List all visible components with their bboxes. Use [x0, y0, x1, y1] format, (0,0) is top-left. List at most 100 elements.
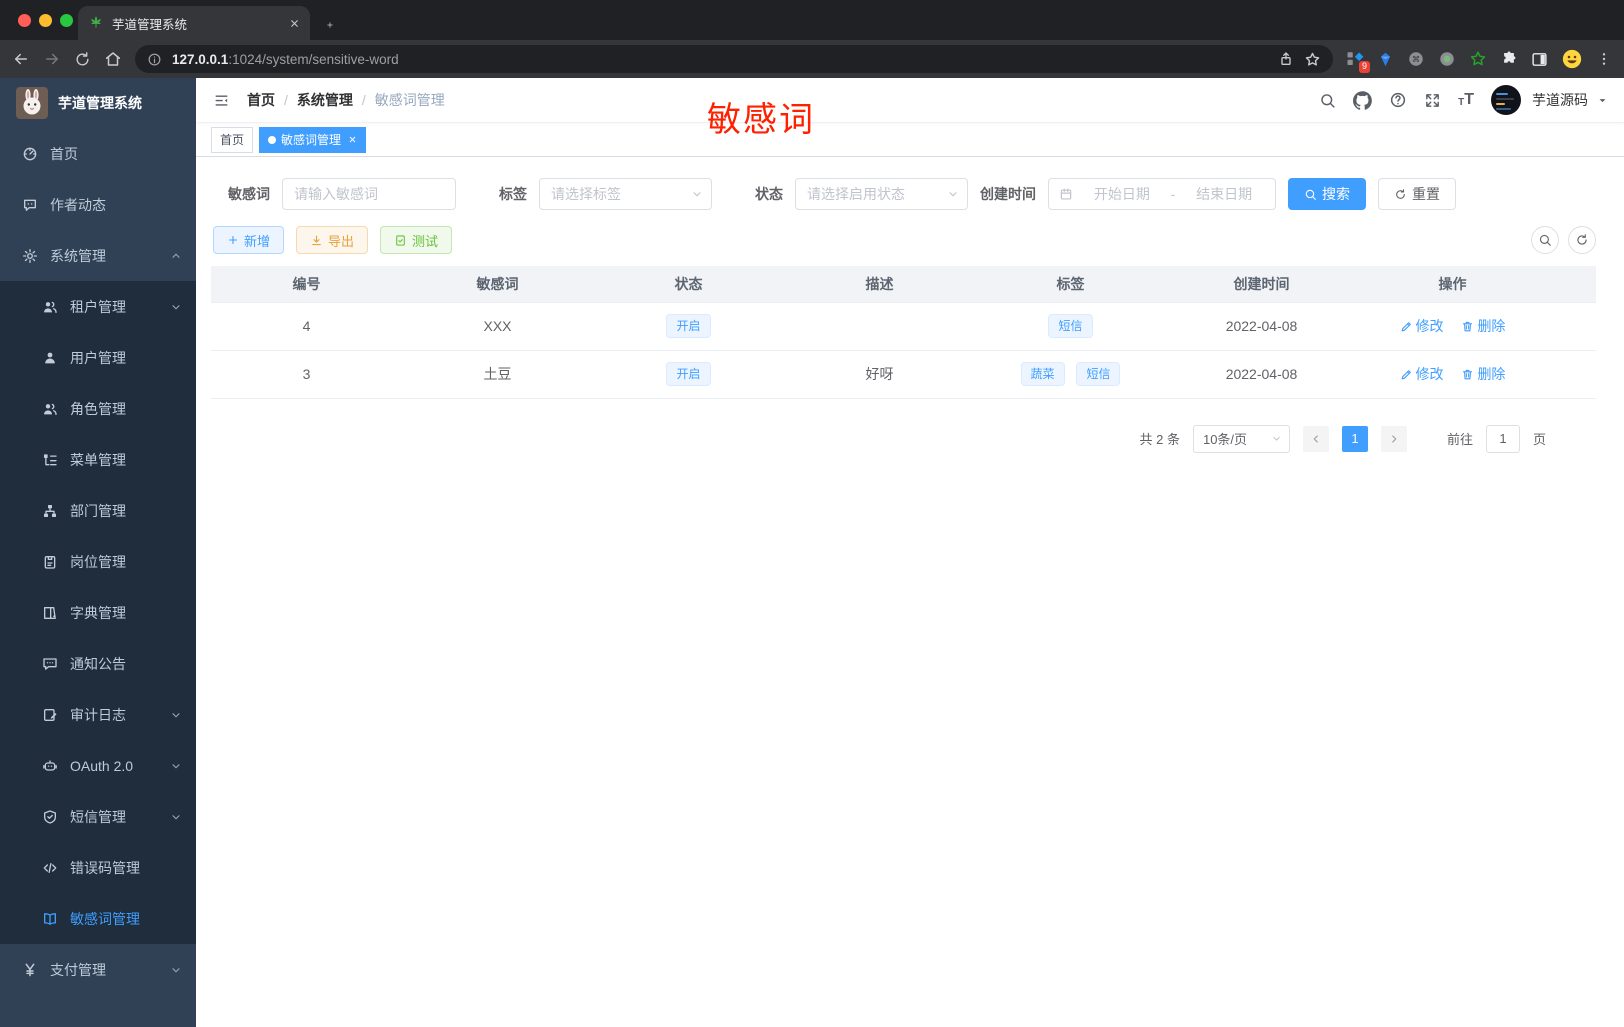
sidebar-item-label: 岗位管理: [70, 553, 126, 570]
sidebar-item-label: 角色管理: [70, 400, 126, 417]
url-bar[interactable]: 127.0.0.1:1024/system/sensitive-word: [135, 45, 1333, 73]
page-number-active[interactable]: 1: [1341, 425, 1368, 452]
sidebar-item-sensitive-word[interactable]: 敏感词管理: [0, 893, 196, 944]
sidebar-item-oauth[interactable]: OAuth 2.0: [0, 740, 196, 791]
sidebar-item-post[interactable]: 岗位管理: [0, 536, 196, 587]
trash-icon: [1461, 320, 1474, 333]
prev-page-button[interactable]: [1302, 425, 1329, 452]
sidebar-item-sms[interactable]: 短信管理: [0, 791, 196, 842]
breadcrumb-system[interactable]: 系统管理: [297, 90, 353, 110]
sidebar-item-label: OAuth 2.0: [70, 757, 134, 774]
goto-page-input[interactable]: [1485, 424, 1520, 453]
sidebar-item-tenant[interactable]: 租户管理: [0, 281, 196, 332]
export-button[interactable]: 导出: [296, 226, 369, 254]
profile-avatar-emoji[interactable]: [1561, 48, 1583, 70]
font-size-icon[interactable]: [1458, 92, 1474, 108]
edit-link[interactable]: 修改: [1400, 316, 1444, 336]
back-icon[interactable]: [12, 50, 30, 68]
svg-text:⌘: ⌘: [1412, 54, 1420, 64]
search-icon: [1304, 188, 1317, 201]
tab-close-icon[interactable]: [289, 18, 300, 29]
reset-button[interactable]: 重置: [1378, 178, 1456, 210]
share-icon[interactable]: [1278, 51, 1294, 67]
user-avatar[interactable]: [1491, 85, 1521, 115]
dashboard-icon: [22, 146, 38, 162]
close-window-button[interactable]: [18, 14, 31, 27]
sidebar-item-error-code[interactable]: 错误码管理: [0, 842, 196, 893]
new-tab-button[interactable]: [322, 17, 338, 33]
caret-down-icon[interactable]: [1597, 95, 1608, 106]
toolbar-actions: 新增 导出 测试: [211, 226, 1596, 254]
sidebar-item-home[interactable]: 首页: [0, 128, 196, 179]
next-page-button[interactable]: [1380, 425, 1407, 452]
sidebar-item-label: 审计日志: [70, 706, 126, 723]
page-size-select[interactable]: 10条/页: [1192, 424, 1290, 453]
delete-link[interactable]: 删除: [1461, 364, 1505, 384]
site-info-icon[interactable]: [147, 52, 162, 67]
sidebar-item-label: 敏感词管理: [70, 910, 140, 927]
users-icon: [42, 401, 58, 417]
search-button[interactable]: 搜索: [1288, 178, 1366, 210]
trash-icon: [1461, 368, 1474, 381]
extensions-puzzle-icon[interactable]: [1500, 50, 1518, 68]
sidebar-item-role[interactable]: 角色管理: [0, 383, 196, 434]
test-button[interactable]: 测试: [380, 226, 453, 254]
sidebar-item-payment[interactable]: 支付管理: [0, 944, 196, 995]
bookmark-star-icon[interactable]: [1304, 51, 1321, 68]
add-button[interactable]: 新增: [213, 226, 285, 254]
edit-link[interactable]: 修改: [1400, 364, 1444, 384]
refresh-table-button[interactable]: [1568, 226, 1596, 254]
search-icon[interactable]: [1319, 92, 1336, 109]
toggle-search-button[interactable]: [1531, 226, 1559, 254]
sidebar-item-author-feed[interactable]: 作者动态: [0, 179, 196, 230]
edit-link-label: 修改: [1415, 366, 1444, 382]
help-icon[interactable]: [1389, 91, 1407, 109]
sidebar-item-label: 系统管理: [50, 247, 106, 264]
sidebar-collapse-icon[interactable]: [212, 91, 231, 110]
tag-select[interactable]: 请选择标签: [539, 178, 712, 210]
chevron-down-icon: [691, 188, 703, 200]
reload-icon[interactable]: [74, 51, 91, 68]
breadcrumb-home[interactable]: 首页: [247, 90, 275, 110]
keyword-input[interactable]: [282, 178, 456, 210]
date-range-picker[interactable]: 开始日期 - 结束日期: [1048, 178, 1276, 210]
test-button-label: 测试: [412, 233, 439, 249]
github-icon[interactable]: [1353, 91, 1372, 110]
user-name[interactable]: 芋道源码: [1532, 90, 1588, 110]
maximize-window-button[interactable]: [60, 14, 73, 27]
extension-gem-icon[interactable]: [1377, 51, 1394, 68]
minimize-window-button[interactable]: [39, 14, 52, 27]
browser-tab-title: 芋道管理系统: [112, 17, 188, 32]
sidebar-item-dept[interactable]: 部门管理: [0, 485, 196, 536]
sidebar-item-user[interactable]: 用户管理: [0, 332, 196, 383]
tab-close-icon[interactable]: [348, 135, 357, 144]
extension-grid-icon[interactable]: 9: [1346, 50, 1370, 73]
sidebar-item-notice[interactable]: 通知公告: [0, 638, 196, 689]
download-icon: [310, 234, 323, 247]
tab-sensitive-word[interactable]: 敏感词管理: [259, 126, 367, 153]
sidebar-item-menu[interactable]: 菜单管理: [0, 434, 196, 485]
forward-icon[interactable]: [43, 50, 61, 68]
browser-menu-icon[interactable]: [1596, 51, 1612, 67]
delete-link[interactable]: 删除: [1461, 316, 1505, 336]
side-panel-icon[interactable]: [1531, 51, 1548, 68]
extension-command-icon[interactable]: ⌘: [1407, 50, 1425, 68]
org-chart-icon: [42, 503, 58, 519]
tab-home[interactable]: 首页: [211, 126, 254, 153]
col-desc: 描述: [784, 266, 975, 303]
app-title: 芋道管理系统: [58, 95, 142, 111]
sidebar-item-dict[interactable]: 字典管理: [0, 587, 196, 638]
status-select[interactable]: 请选择启用状态: [795, 178, 968, 210]
browser-tab[interactable]: 芋道管理系统: [78, 6, 310, 40]
cell-desc: [784, 302, 975, 351]
traffic-lights: [18, 14, 73, 27]
home-icon[interactable]: [104, 50, 122, 68]
extension-recorder-icon[interactable]: [1438, 50, 1456, 68]
sidebar-item-audit-log[interactable]: 审计日志: [0, 689, 196, 740]
tags-view-bar: 首页 敏感词管理: [196, 123, 1624, 157]
sidebar: 芋道管理系统 首页 作者动态 系统管理 租户管理 用户管理 角色管理 菜单管理 …: [0, 78, 196, 1027]
extension-star-icon[interactable]: [1469, 50, 1487, 68]
fullscreen-icon[interactable]: [1424, 92, 1441, 109]
sidebar-item-system[interactable]: 系统管理: [0, 230, 196, 281]
table-row: 3 土豆 开启 好呀 蔬菜 短信 2022-04-08 修改 删除: [211, 350, 1596, 399]
